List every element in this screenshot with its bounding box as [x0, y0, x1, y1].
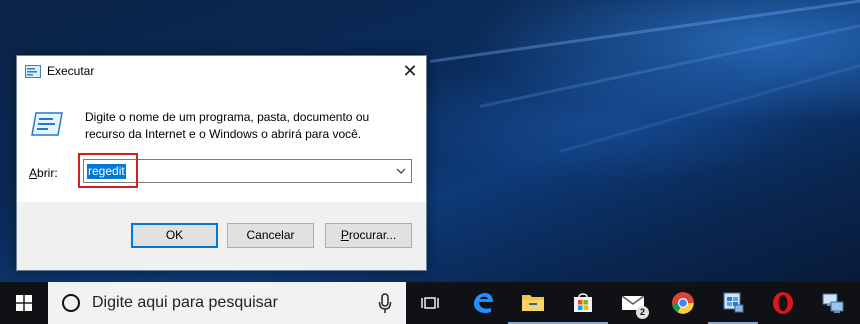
chevron-down-icon[interactable] — [395, 165, 407, 177]
search-placeholder: Digite aqui para pesquisar — [92, 294, 278, 311]
taskbar-opera[interactable] — [758, 282, 808, 324]
wallpaper-light-beam — [479, 17, 860, 108]
run-dialog: Executar ✕ Digite o nome de um programa,… — [16, 55, 427, 271]
close-icon: ✕ — [402, 61, 418, 81]
task-view-icon — [421, 297, 439, 309]
task-view-button[interactable] — [405, 282, 455, 324]
browse-button-label: rocurar... — [348, 228, 397, 242]
taskbar-file-explorer[interactable] — [508, 282, 558, 324]
dialog-description: Digite o nome de um programa, pasta, doc… — [85, 110, 370, 141]
mail-badge: 2 — [636, 306, 649, 319]
open-label-accelerator: A — [29, 166, 38, 180]
taskbar-store[interactable] — [558, 282, 608, 324]
network-computer-icon — [822, 293, 844, 313]
chrome-icon — [672, 292, 694, 314]
taskbar-regedit[interactable] — [708, 282, 758, 324]
taskbar-search-box[interactable]: Digite aqui para pesquisar — [48, 282, 406, 324]
dialog-titlebar[interactable]: Executar ✕ — [17, 56, 426, 87]
run-icon — [25, 65, 41, 78]
taskbar: Digite aqui para pesquisar 2 — [0, 282, 860, 324]
open-label: Abrir: — [29, 166, 58, 180]
taskbar-edge[interactable] — [458, 282, 508, 324]
regedit-icon — [723, 292, 744, 313]
ok-button[interactable]: OK — [131, 223, 218, 248]
search-icon — [62, 294, 80, 312]
store-icon — [574, 293, 592, 312]
dialog-title: Executar — [47, 64, 95, 78]
browse-button[interactable]: Procurar... — [325, 223, 412, 248]
file-explorer-icon — [522, 295, 544, 311]
wallpaper-light-beam — [559, 56, 860, 153]
close-button[interactable]: ✕ — [394, 56, 426, 87]
microphone-icon[interactable] — [378, 293, 392, 315]
taskbar-mail[interactable]: 2 — [608, 282, 658, 324]
run-program-icon — [31, 112, 63, 136]
wallpaper-light-beam — [429, 0, 860, 63]
dialog-content: Digite o nome de um programa, pasta, doc… — [17, 87, 426, 202]
taskbar-chrome[interactable] — [658, 282, 708, 324]
open-label-text: brir: — [37, 166, 58, 180]
cancel-button[interactable]: Cancelar — [227, 223, 314, 248]
annotation-highlight-box — [78, 153, 138, 188]
start-button[interactable] — [0, 282, 48, 324]
opera-icon — [773, 292, 793, 314]
windows-logo-icon — [16, 295, 32, 311]
browse-button-accelerator: P — [340, 228, 349, 242]
taskbar-network-computer[interactable] — [808, 282, 858, 324]
edge-icon — [474, 293, 493, 314]
